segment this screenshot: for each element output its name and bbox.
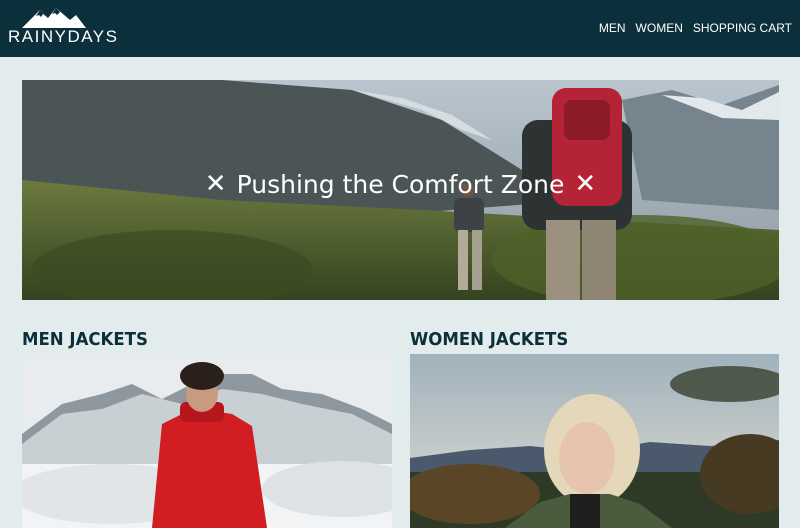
- cross-left-icon: ✕: [204, 169, 227, 199]
- site-header: RAINYDAYS MEN WOMEN SHOPPING CART: [0, 0, 800, 57]
- nav-link-men[interactable]: MEN: [599, 21, 626, 35]
- hero-title-text: Pushing the Comfort Zone: [236, 169, 565, 199]
- main-nav: MEN WOMEN SHOPPING CART: [599, 21, 792, 35]
- mountain-logo-icon: [22, 8, 86, 28]
- nav-link-shopping-cart[interactable]: SHOPPING CART: [693, 21, 792, 35]
- men-jacket-image: [22, 354, 392, 528]
- rainydays-logo[interactable]: RAINYDAYS: [8, 6, 119, 48]
- hero-banner: ✕ Pushing the Comfort Zone ✕: [22, 80, 779, 300]
- section-title-women: WOMEN JACKETS: [410, 329, 569, 350]
- brand-name: RAINYDAYS: [8, 27, 119, 46]
- cross-right-icon: ✕: [574, 169, 597, 199]
- nav-link-women[interactable]: WOMEN: [636, 21, 683, 35]
- hero-title: ✕ Pushing the Comfort Zone ✕: [22, 169, 779, 199]
- section-title-men: MEN JACKETS: [22, 329, 148, 350]
- women-jacket-image: [410, 354, 779, 528]
- men-jackets-card[interactable]: [22, 354, 392, 528]
- women-jackets-card[interactable]: [410, 354, 779, 528]
